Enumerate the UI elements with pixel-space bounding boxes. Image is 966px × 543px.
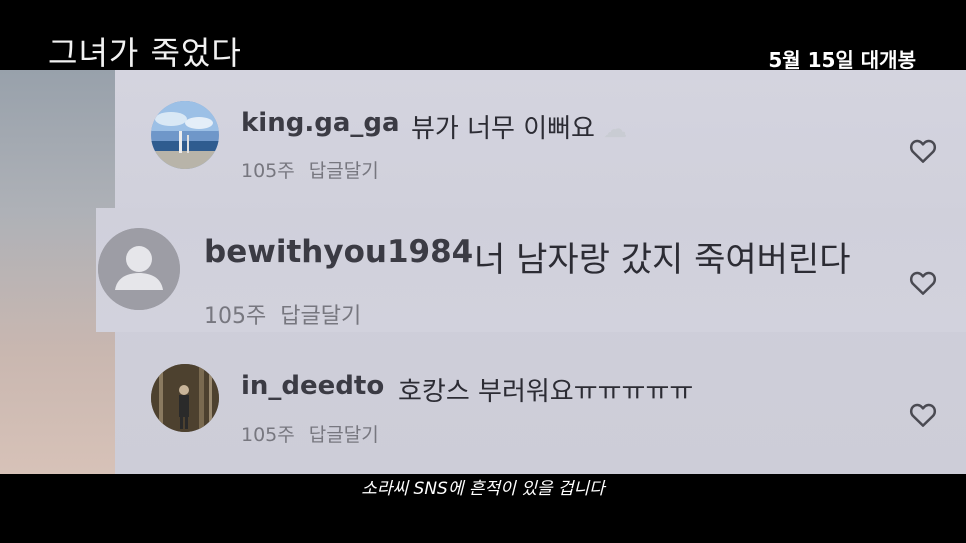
comment-age: 105주 (241, 160, 295, 182)
reply-link[interactable]: 답글달기 (280, 304, 361, 329)
person-silhouette-icon (98, 228, 180, 310)
video-frame: king.ga_ga 뷰가 너무 이뻐요 ☁ 105주 답글달기 bewithyo… (0, 70, 966, 474)
comment-age: 105주 (241, 424, 295, 446)
heart-icon[interactable] (908, 400, 938, 430)
reply-link[interactable]: 답글달기 (309, 424, 379, 446)
comment-text: 호캉스 부러워요ㅠㅠㅠㅠㅠ (398, 377, 694, 407)
comment-username[interactable]: bewithyou1984 (204, 234, 473, 270)
comment-meta: 105주 답글달기 (241, 420, 379, 447)
avatar[interactable] (151, 364, 219, 432)
comment-age: 105주 (204, 304, 267, 329)
cloud-emoji-icon: ☁ (603, 115, 628, 143)
release-date: 5월 15일 대개봉 (768, 48, 916, 72)
comment-meta: 105주 답글달기 (241, 156, 379, 183)
landscape-photo-icon (151, 101, 219, 169)
comment-text: 너 남자랑 갔지 죽여버린다 (474, 240, 851, 280)
comment-username[interactable]: in_deedto (241, 371, 384, 401)
comment-meta: 105주 답글달기 (204, 298, 361, 330)
comment-username[interactable]: king.ga_ga (241, 108, 400, 138)
comment-text: 뷰가 너무 이뻐요 ☁ (411, 114, 628, 144)
heart-icon[interactable] (908, 268, 938, 298)
avatar[interactable] (151, 101, 219, 169)
reply-link[interactable]: 답글달기 (309, 160, 379, 182)
movie-title: 그녀가 죽었다 (48, 34, 242, 72)
default-avatar[interactable] (98, 228, 180, 310)
heart-icon[interactable] (908, 136, 938, 166)
forest-photo-icon (151, 364, 219, 432)
subtitle-caption: 소라씨 SNS에 흔적이 있을 겁니다 (361, 479, 605, 499)
